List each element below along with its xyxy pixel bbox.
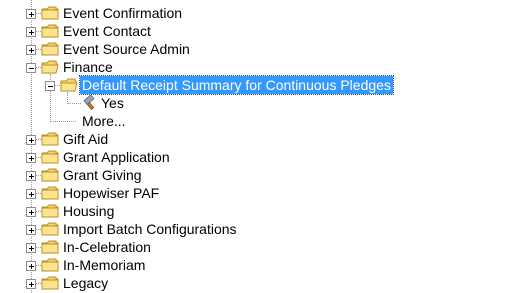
- expand-plus-icon[interactable]: [26, 135, 36, 145]
- folder-icon: [41, 204, 59, 218]
- tree-item-housing[interactable]: Housing: [0, 202, 520, 220]
- folder-open-icon: [41, 60, 59, 74]
- tree-item-label: Event Confirmation: [63, 5, 183, 21]
- folder-icon: [41, 186, 59, 200]
- tree-item-label: In-Memoriam: [63, 257, 146, 273]
- tree-item-event-source-admin[interactable]: Event Source Admin: [0, 40, 520, 58]
- tree-item-in-memoriam[interactable]: In-Memoriam: [0, 256, 520, 274]
- tree-item-finance[interactable]: Finance: [0, 58, 520, 76]
- tree-item-event-confirmation[interactable]: Event Confirmation: [0, 4, 520, 22]
- tree-item-label: Grant Application: [63, 149, 170, 165]
- tree-item-default-receipt-summary[interactable]: Default Receipt Summary for Continuous P…: [0, 75, 520, 95]
- expand-plus-icon[interactable]: [26, 261, 36, 271]
- tree-item-label: Grant Giving: [63, 167, 142, 183]
- folder-open-icon: [60, 78, 78, 92]
- folder-icon: [41, 150, 59, 164]
- folder-icon: [41, 168, 59, 182]
- tree-item-label: In-Celebration: [63, 239, 151, 255]
- expand-plus-icon[interactable]: [26, 225, 36, 235]
- tree-item-grant-giving[interactable]: Grant Giving: [0, 166, 520, 184]
- tree-item-label: Legacy: [63, 275, 109, 291]
- tree-item-label: Event Contact: [63, 23, 151, 39]
- folder-icon: [41, 258, 59, 272]
- tree-item-label-selected: Default Receipt Summary for Continuous P…: [79, 75, 394, 95]
- hammer-icon: [83, 95, 95, 110]
- folder-icon: [41, 276, 59, 290]
- folder-icon: [41, 24, 59, 38]
- folder-icon: [41, 6, 59, 20]
- tree-item-more[interactable]: More...: [0, 112, 520, 130]
- expand-plus-icon[interactable]: [26, 279, 36, 289]
- tree-item-label: Event Source Admin: [63, 41, 190, 57]
- tree-item-gift-aid[interactable]: Gift Aid: [0, 130, 520, 148]
- tree-item-event-contact[interactable]: Event Contact: [0, 22, 520, 40]
- expand-plus-icon[interactable]: [26, 27, 36, 37]
- tree-item-label: Gift Aid: [63, 131, 109, 147]
- more-link[interactable]: More...: [82, 112, 126, 130]
- folder-icon: [41, 240, 59, 254]
- expand-plus-icon[interactable]: [26, 45, 36, 55]
- expand-plus-icon[interactable]: [26, 153, 36, 163]
- tree-item-legacy[interactable]: Legacy: [0, 274, 520, 292]
- collapse-minus-icon[interactable]: [26, 63, 36, 73]
- folder-icon: [41, 132, 59, 146]
- tree-branch-line: [50, 121, 76, 122]
- tree-item-grant-application[interactable]: Grant Application: [0, 148, 520, 166]
- tree-item-label: Housing: [63, 203, 115, 219]
- expand-plus-icon[interactable]: [26, 189, 36, 199]
- collapse-minus-icon[interactable]: [45, 81, 55, 91]
- folder-icon: [41, 222, 59, 236]
- tree-item-in-celebration[interactable]: In-Celebration: [0, 238, 520, 256]
- tree-item-label: Import Batch Configurations: [63, 221, 237, 237]
- tree-item-label: Finance: [63, 59, 113, 75]
- expand-plus-icon[interactable]: [26, 243, 36, 253]
- tree-item-label: Hopewiser PAF: [63, 185, 160, 201]
- tree-item-yes[interactable]: Yes: [0, 94, 520, 112]
- tree-item-import-batch-configurations[interactable]: Import Batch Configurations: [0, 220, 520, 238]
- tree-item-label: Yes: [101, 95, 124, 111]
- expand-plus-icon[interactable]: [26, 9, 36, 19]
- tree-item-hopewiser-paf[interactable]: Hopewiser PAF: [0, 184, 520, 202]
- expand-plus-icon[interactable]: [26, 171, 36, 181]
- folder-icon: [41, 42, 59, 56]
- tree-branch-line: [67, 103, 81, 104]
- expand-plus-icon[interactable]: [26, 207, 36, 217]
